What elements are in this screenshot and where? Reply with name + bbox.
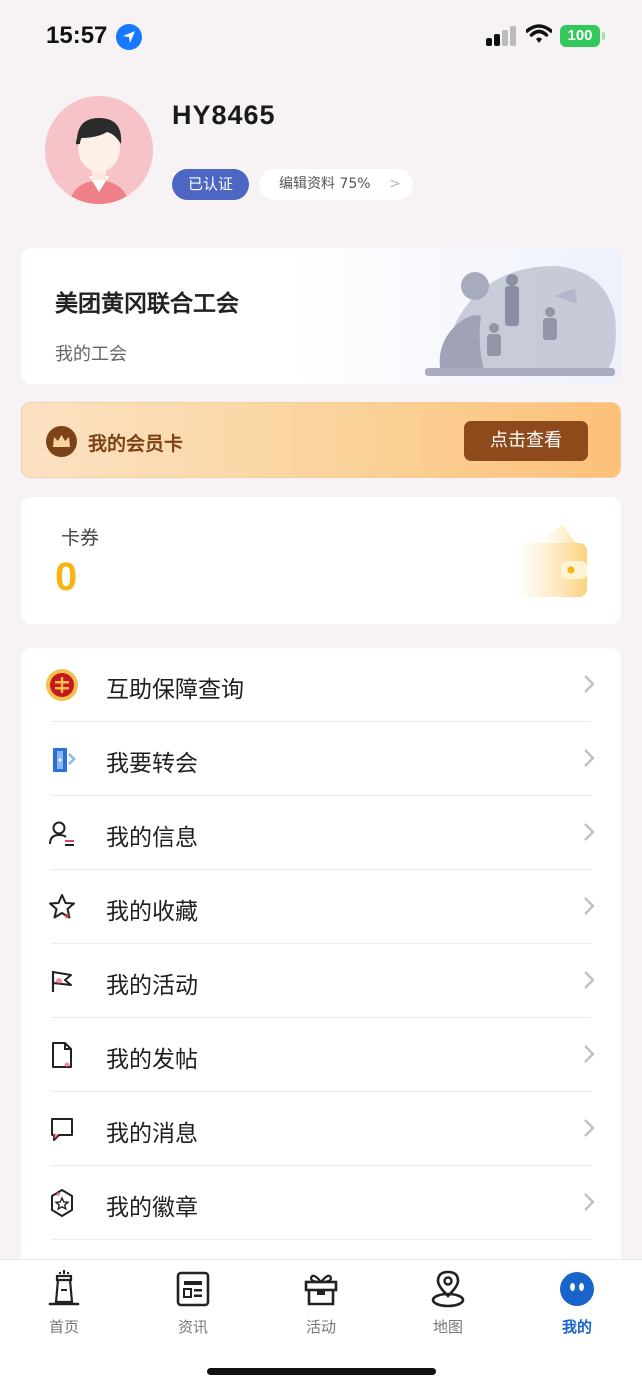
coupon-label: 卡券 xyxy=(61,527,100,549)
news-icon xyxy=(176,1271,210,1307)
menu-list: 互助保障查询 我要转会 我的信息 我的收藏 我的活动 我的发帖 我的消息 我的徽… xyxy=(21,648,621,1268)
crown-icon xyxy=(46,426,77,457)
member-card-label: 我的会员卡 xyxy=(88,433,184,455)
chevron-right-icon xyxy=(584,897,595,915)
menu-item-label: 我要转会 xyxy=(106,751,198,777)
star-icon xyxy=(49,894,75,919)
user-info-icon xyxy=(49,821,74,846)
tab-activities[interactable]: 活动 xyxy=(281,1270,361,1337)
menu-item-badges[interactable]: 我的徽章 xyxy=(21,1166,621,1240)
location-arrow-icon xyxy=(116,24,142,50)
wifi-icon xyxy=(525,24,553,48)
union-subtitle: 我的工会 xyxy=(55,344,127,365)
menu-item-activities[interactable]: 我的活动 xyxy=(21,944,621,1018)
tab-label: 首页 xyxy=(48,1318,79,1336)
profile-face-icon xyxy=(560,1272,594,1306)
username: HY8465 xyxy=(172,100,276,130)
chevron-right-icon xyxy=(584,971,595,989)
edit-profile-button[interactable]: 编辑资料 75% > xyxy=(259,169,413,200)
tab-label: 地图 xyxy=(432,1318,463,1336)
tab-home[interactable]: 首页 xyxy=(24,1270,104,1337)
menu-item-posts[interactable]: 我的发帖 xyxy=(21,1018,621,1092)
union-emblem-icon xyxy=(46,669,78,701)
chevron-right-icon xyxy=(584,1193,595,1211)
divider xyxy=(51,1239,591,1240)
edit-profile-label: 编辑资料 75% xyxy=(279,176,371,192)
home-tower-icon xyxy=(48,1270,80,1306)
tab-label: 资讯 xyxy=(177,1318,208,1336)
tab-profile[interactable]: 我的 xyxy=(537,1270,617,1337)
menu-item-label: 我的活动 xyxy=(106,973,198,999)
tab-news[interactable]: 资讯 xyxy=(153,1270,233,1337)
chevron-right-icon xyxy=(584,823,595,841)
document-icon xyxy=(52,1042,72,1068)
coupon-count: 0 xyxy=(55,555,78,599)
menu-item-my-info[interactable]: 我的信息 xyxy=(21,796,621,870)
coupon-card[interactable]: 卡券 0 xyxy=(21,497,621,624)
union-card[interactable]: 美团黄冈联合工会 我的工会 xyxy=(21,248,621,384)
status-time: 15:57 xyxy=(46,22,108,49)
union-illustration-icon xyxy=(425,266,616,376)
user-avatar-icon xyxy=(45,96,153,204)
wallet-icon xyxy=(515,525,587,597)
tab-label: 我的 xyxy=(561,1318,592,1336)
gift-icon xyxy=(304,1274,338,1306)
map-pin-icon xyxy=(431,1270,465,1308)
battery-icon: 100 xyxy=(560,25,605,47)
menu-item-label: 我的消息 xyxy=(106,1121,198,1147)
view-member-card-button[interactable]: 点击查看 xyxy=(464,421,588,461)
transfer-door-icon xyxy=(53,748,76,772)
menu-item-messages[interactable]: 我的消息 xyxy=(21,1092,621,1166)
badge-icon xyxy=(51,1189,73,1217)
chevron-right-icon xyxy=(584,675,595,693)
verified-badge: 已认证 xyxy=(172,169,249,200)
union-name: 美团黄冈联合工会 xyxy=(55,291,239,317)
menu-item-favorites[interactable]: 我的收藏 xyxy=(21,870,621,944)
menu-item-transfer[interactable]: 我要转会 xyxy=(21,722,621,796)
flag-icon xyxy=(51,971,72,992)
member-card[interactable]: 我的会员卡 点击查看 xyxy=(21,402,621,478)
chevron-right-icon: > xyxy=(389,176,401,192)
home-indicator xyxy=(207,1368,436,1375)
menu-item-label: 我的收藏 xyxy=(106,899,198,925)
menu-item-mutual-aid[interactable]: 互助保障查询 xyxy=(21,648,621,722)
menu-item-label: 互助保障查询 xyxy=(106,677,244,703)
cellular-signal-icon xyxy=(486,26,516,46)
status-bar: 15:57 100 xyxy=(0,0,642,72)
menu-item-label: 我的信息 xyxy=(106,825,198,851)
chevron-right-icon xyxy=(584,1045,595,1063)
tab-label: 活动 xyxy=(305,1318,336,1336)
tab-map[interactable]: 地图 xyxy=(408,1270,488,1337)
chevron-right-icon xyxy=(584,1119,595,1137)
message-icon xyxy=(51,1118,73,1141)
chevron-right-icon xyxy=(584,749,595,767)
avatar[interactable] xyxy=(45,96,153,204)
menu-item-label: 我的徽章 xyxy=(106,1195,198,1221)
menu-item-label: 我的发帖 xyxy=(106,1047,198,1073)
